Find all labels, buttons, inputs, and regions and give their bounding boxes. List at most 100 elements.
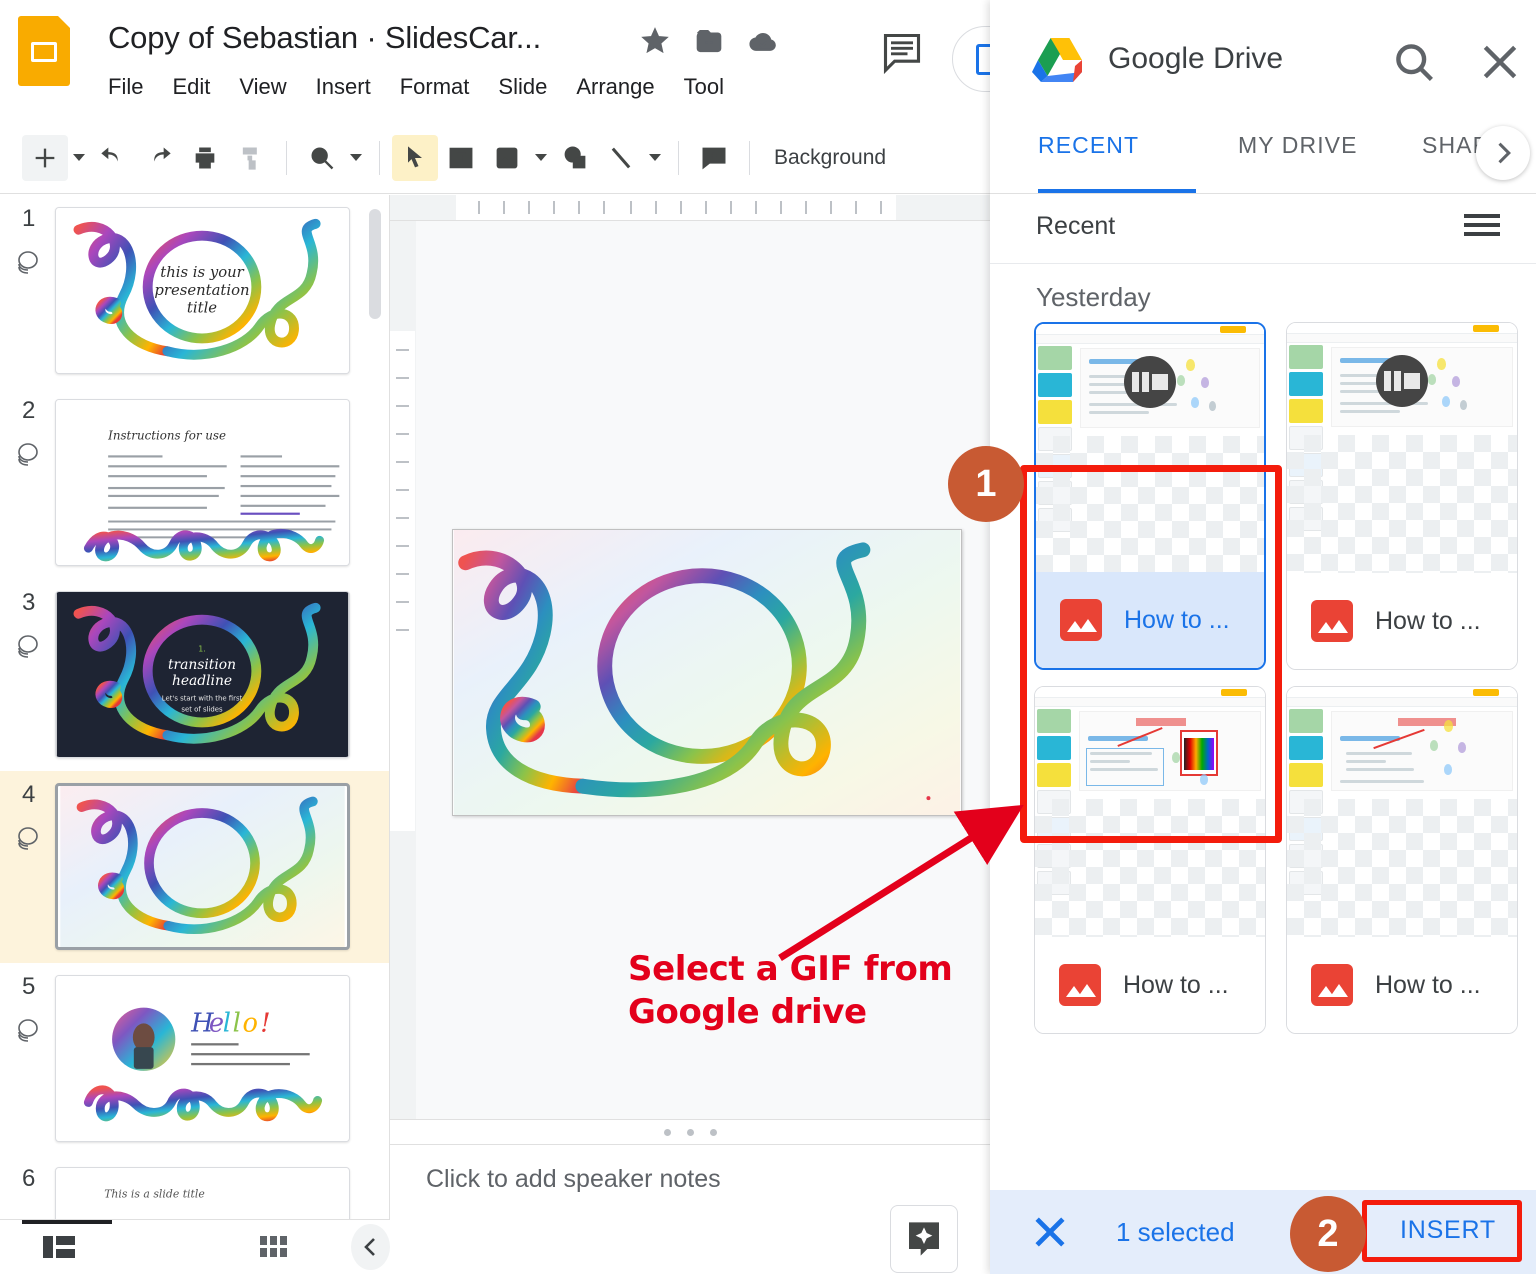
selection-count: 1 selected	[1116, 1216, 1235, 1247]
file-name-row: How to ...	[1287, 937, 1517, 1033]
list-item[interactable]: 6 This is a slide title	[0, 1155, 389, 1219]
insert-image-icon[interactable]	[484, 135, 530, 181]
redo-icon[interactable]	[136, 135, 182, 181]
slide-thumbnail[interactable]: this is your presentation title	[55, 207, 350, 374]
transparency-checker	[1035, 799, 1265, 939]
gif-play-badge-icon	[1124, 356, 1176, 408]
callout-text: Select a GIF from Google drive	[628, 948, 953, 1033]
dot-icon	[709, 1128, 717, 1136]
list-item[interactable]: 1 this is your presentation title	[0, 195, 389, 387]
background-button[interactable]: Background	[774, 146, 886, 170]
speaker-notes-placeholder: Click to add speaker notes	[426, 1165, 721, 1193]
close-icon[interactable]	[1028, 1210, 1072, 1254]
list-item[interactable]: 2 Instructions for use	[0, 387, 389, 579]
svg-text:Instructions for use: Instructions for use	[107, 429, 226, 443]
zoom-dropdown[interactable]	[345, 135, 367, 181]
list-item[interactable]: 4	[0, 771, 389, 963]
add-comment-icon[interactable]	[691, 135, 737, 181]
file-name: How to ...	[1375, 970, 1481, 999]
slide-thumbnail[interactable]: 1. transition headline Let's start with …	[55, 591, 350, 758]
list-item[interactable]: 3 1. transition headline Let's start wit…	[0, 579, 389, 771]
image-dropdown[interactable]	[530, 135, 552, 181]
move-to-folder-icon[interactable]	[694, 26, 724, 56]
notes-resize-handle[interactable]	[390, 1119, 990, 1145]
star-icon[interactable]	[640, 26, 670, 56]
svg-text:o: o	[243, 1008, 258, 1038]
comment-history-icon[interactable]	[880, 30, 924, 75]
menu-item-file[interactable]: File	[108, 74, 143, 100]
new-slide-dropdown[interactable]	[68, 135, 90, 181]
google-drive-logo	[1032, 36, 1088, 84]
line-dropdown[interactable]	[644, 135, 666, 181]
cloud-saved-icon[interactable]	[748, 26, 778, 56]
slide-thumbnail[interactable]: H e l l o !	[55, 975, 350, 1142]
svg-text:title: title	[187, 300, 217, 317]
slide-thumbnail[interactable]: This is a slide title	[55, 1167, 350, 1219]
shape-icon[interactable]	[552, 135, 598, 181]
insert-button[interactable]: INSERT	[1384, 1208, 1512, 1253]
menu-item-format[interactable]: Format	[400, 74, 470, 100]
close-icon[interactable]	[1478, 40, 1522, 84]
drive-panel-header: Google Drive	[990, 0, 1536, 108]
menu-item-view[interactable]: View	[239, 74, 286, 100]
filmstrip-bottom-bar	[0, 1219, 391, 1274]
grid-view-icon[interactable]	[255, 1224, 294, 1270]
breadcrumb: Recent	[1036, 212, 1116, 240]
tab-my-drive[interactable]: MY DRIVE	[1238, 132, 1358, 159]
active-slide[interactable]	[452, 529, 962, 816]
slide-layout-icon	[12, 631, 46, 661]
gif-play-badge-icon	[1376, 355, 1428, 407]
menu-item-tools[interactable]: Tool	[684, 74, 724, 100]
drive-file-grid-container[interactable]: Yesterday How to ... How to ... How to .…	[990, 264, 1536, 1190]
page-title[interactable]: Copy of Sebastian · SlidesCar...	[108, 20, 541, 56]
undo-icon[interactable]	[90, 135, 136, 181]
drive-panel-subheader: Recent	[990, 194, 1536, 264]
slide-thumbnail-selected[interactable]	[55, 783, 350, 950]
file-name: How to ...	[1123, 970, 1229, 999]
svg-text:Let's start with the first: Let's start with the first	[162, 695, 243, 703]
tab-recent[interactable]: RECENT	[1038, 132, 1139, 159]
transparency-checker	[1036, 436, 1264, 576]
speaker-notes-area[interactable]: Click to add speaker notes	[390, 1145, 990, 1274]
dot-icon	[663, 1128, 671, 1136]
image-file-icon	[1311, 964, 1353, 1006]
collapse-panel-icon[interactable]	[351, 1224, 391, 1270]
svg-text:headline: headline	[172, 673, 232, 689]
file-name-row: How to ...	[1036, 572, 1264, 668]
zoom-icon[interactable]	[299, 135, 345, 181]
slide-layout-icon	[12, 439, 46, 469]
chevron-right-icon[interactable]	[1476, 126, 1530, 180]
explore-sparkle-icon[interactable]	[890, 1205, 958, 1273]
paint-format-icon[interactable]	[228, 135, 274, 181]
drive-file-card[interactable]: How to ...	[1286, 686, 1518, 1034]
google-slides-logo	[18, 16, 74, 88]
slide-layout-icon	[12, 823, 46, 853]
transparency-checker	[1287, 435, 1517, 575]
filmstrip-view-icon[interactable]	[40, 1224, 79, 1270]
menu-item-edit[interactable]: Edit	[172, 74, 210, 100]
menu-item-arrange[interactable]: Arrange	[576, 74, 654, 100]
drive-file-card[interactable]: How to ...	[1034, 686, 1266, 1034]
slide-thumbnail[interactable]: Instructions for use	[55, 399, 350, 566]
list-item[interactable]: 5 H e l l o !	[0, 963, 389, 1155]
text-box-icon[interactable]	[438, 135, 484, 181]
slide-filmstrip[interactable]: 1 this is your presentation title 2 Inst…	[0, 195, 390, 1219]
select-cursor-icon[interactable]	[392, 134, 438, 181]
menu-item-slide[interactable]: Slide	[498, 74, 547, 100]
line-icon[interactable]	[598, 135, 644, 181]
svg-text:l: l	[233, 1008, 241, 1038]
slide-number: 1	[22, 205, 36, 232]
svg-text:set of slides: set of slides	[181, 706, 223, 714]
file-preview	[1287, 323, 1517, 575]
filmstrip-scroll-indicator	[22, 1220, 112, 1224]
google-drive-picker-panel[interactable]: Google Drive RECENT MY DRIVE SHAR Recent…	[990, 0, 1536, 1274]
print-icon[interactable]	[182, 135, 228, 181]
search-icon[interactable]	[1392, 40, 1436, 84]
drive-file-card[interactable]: How to ...	[1286, 322, 1518, 670]
list-view-icon[interactable]	[1464, 214, 1500, 242]
callout-line-1: Select a GIF from	[628, 949, 953, 989]
drive-file-card-selected[interactable]: How to ...	[1034, 322, 1266, 670]
slide-layout-icon	[12, 247, 46, 277]
menu-item-insert[interactable]: Insert	[316, 74, 371, 100]
new-slide-icon[interactable]	[22, 134, 68, 181]
